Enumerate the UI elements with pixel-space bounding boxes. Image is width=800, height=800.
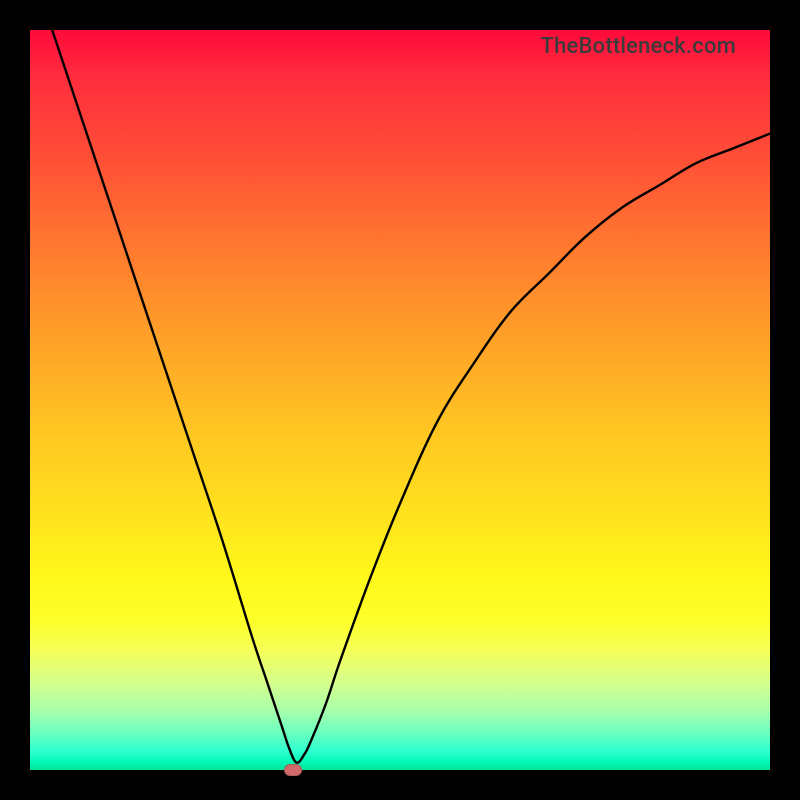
chart-frame: TheBottleneck.com	[0, 0, 800, 800]
curve-layer	[30, 30, 770, 770]
bottleneck-curve-line	[52, 30, 770, 763]
watermark-text: TheBottleneck.com	[541, 34, 736, 59]
plot-area: TheBottleneck.com	[30, 30, 770, 770]
minimum-marker	[284, 764, 302, 776]
